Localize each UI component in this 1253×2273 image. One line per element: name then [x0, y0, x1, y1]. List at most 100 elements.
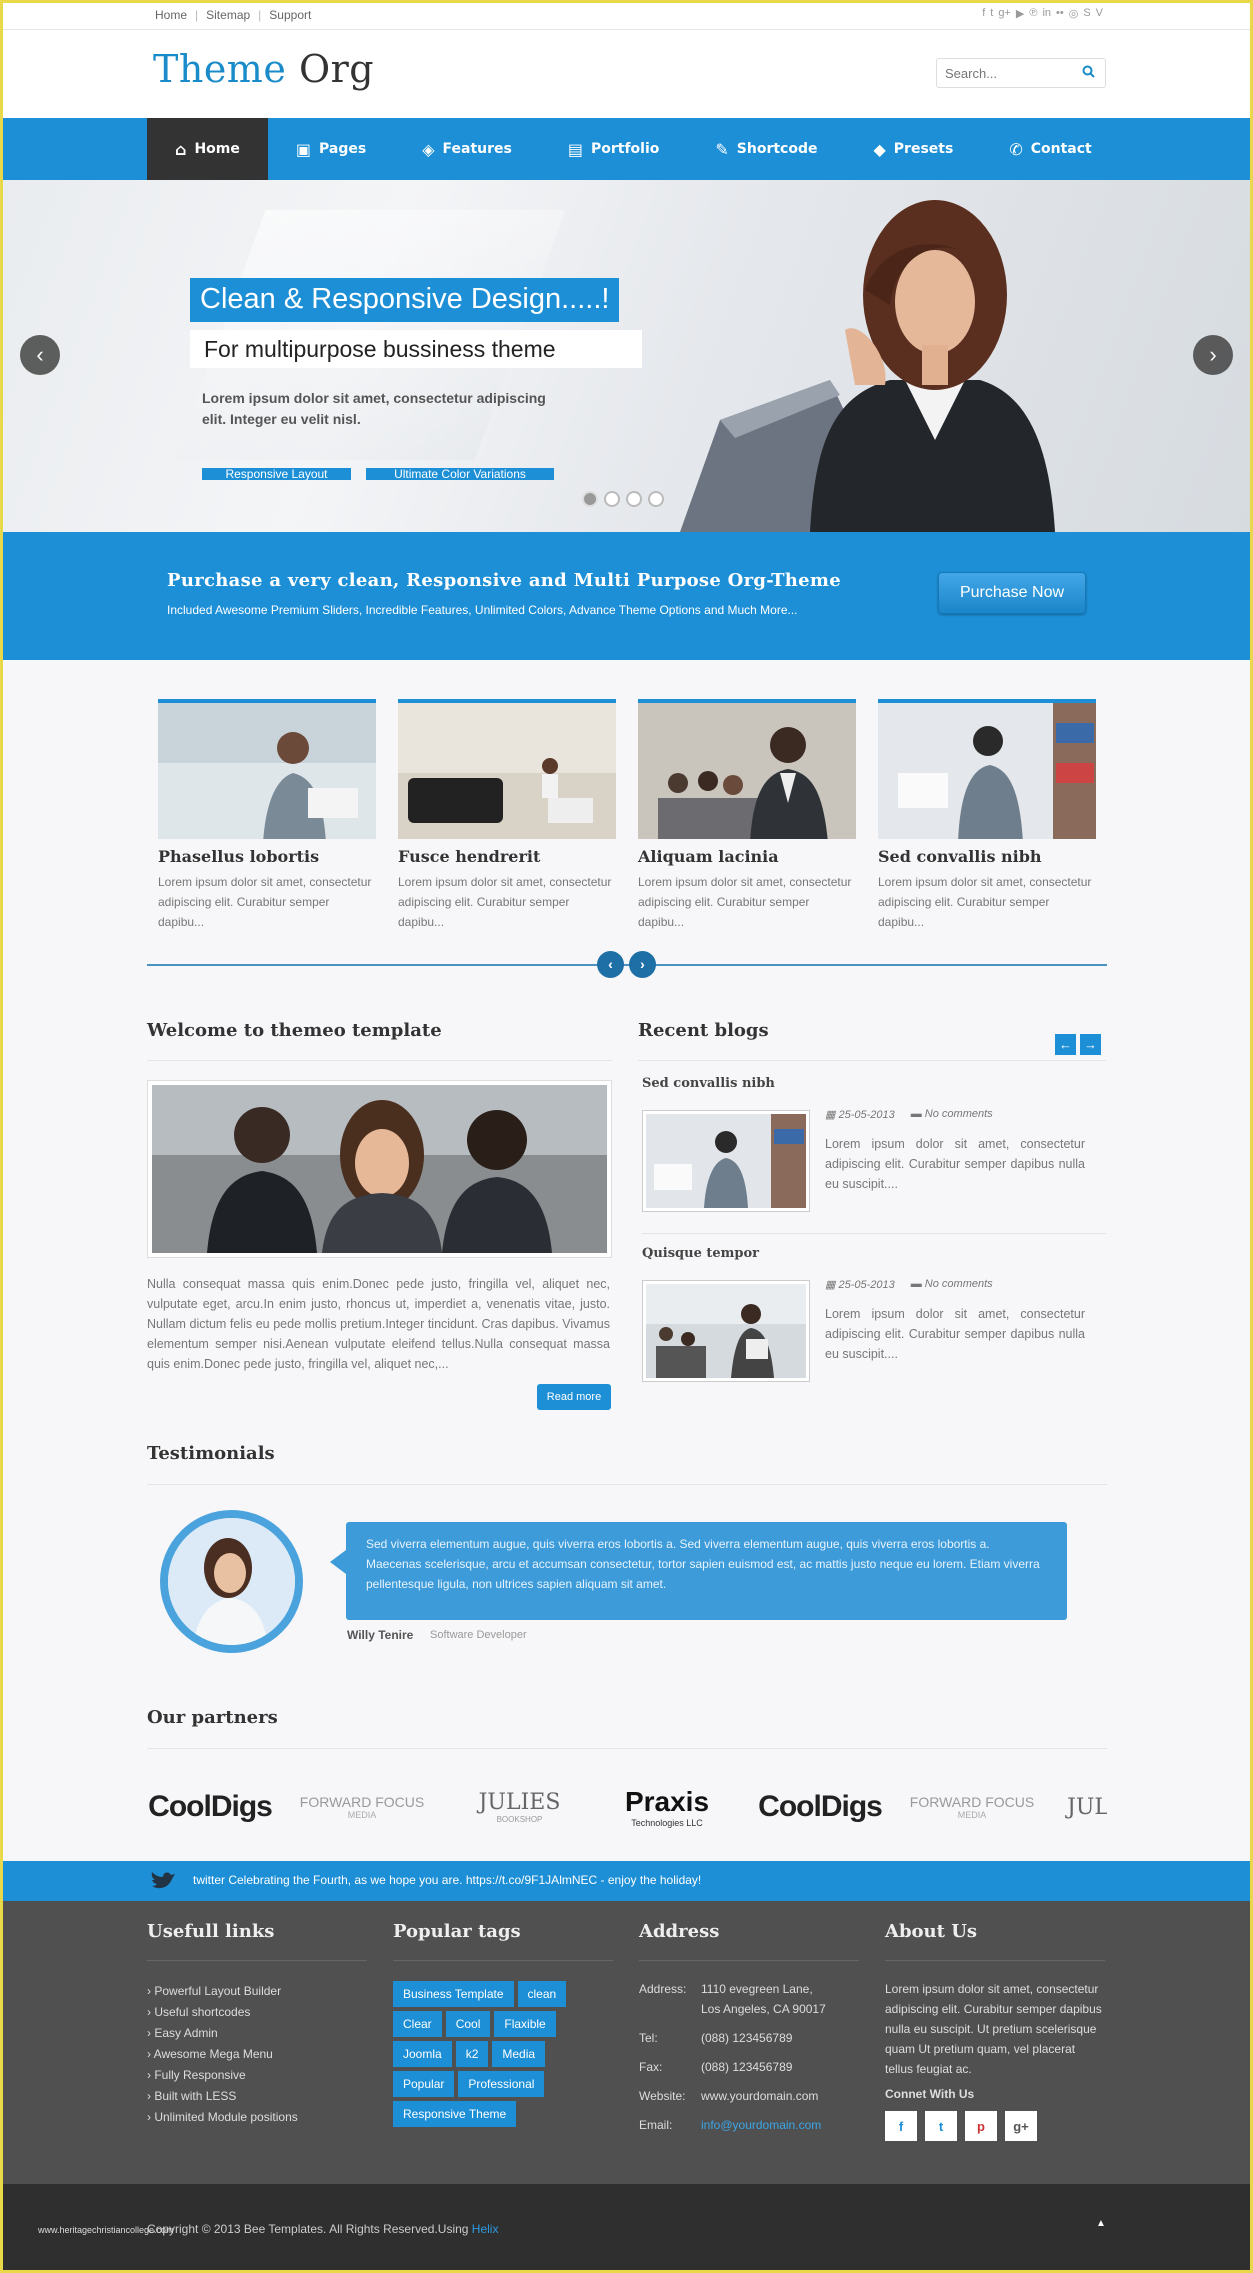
footer-link[interactable]: › Built with LESS	[147, 2086, 367, 2107]
facebook-icon[interactable]: f	[982, 7, 985, 20]
blog-post-meta: ▦ 25-05-2013 ▬ No comments	[825, 1278, 993, 1291]
email-value[interactable]: info@yourdomain.com	[701, 2115, 821, 2135]
footer-link[interactable]: › Easy Admin	[147, 2023, 367, 2044]
partner-logo[interactable]: FORWARD FOCUS MEDIA	[297, 1772, 427, 1842]
nav-item-contact[interactable]: ✆ Contact	[981, 118, 1119, 180]
footer-link-text: Fully Responsive	[154, 2068, 246, 2082]
top-link-sitemap[interactable]: Sitemap	[206, 8, 250, 22]
partner-logo[interactable]: CoolDigs	[148, 1772, 273, 1842]
footer-link[interactable]: › Fully Responsive	[147, 2065, 367, 2086]
top-link-home[interactable]: Home	[155, 8, 187, 22]
feature-title[interactable]: Phasellus lobortis	[158, 847, 376, 866]
search-input[interactable]	[937, 59, 1072, 87]
footer-link-text: Powerful Layout Builder	[154, 1984, 282, 1998]
top-link-support[interactable]: Support	[269, 8, 311, 22]
footer-link-text: Built with LESS	[154, 2089, 237, 2103]
welcome-text: Nulla consequat massa quis enim.Donec pe…	[147, 1277, 610, 1371]
tag-popular[interactable]: Popular	[393, 2071, 455, 2097]
features-next-button[interactable]: ›	[629, 951, 656, 978]
slider-dot[interactable]	[582, 491, 598, 507]
slider-dot[interactable]	[604, 491, 620, 507]
slider-responsive-button[interactable]: Responsive Layout	[202, 468, 351, 480]
footer-link[interactable]: › Powerful Layout Builder	[147, 1981, 367, 2002]
footer-link-text: Useful shortcodes	[154, 2005, 251, 2019]
nav-item-presets[interactable]: ◆ Presets	[845, 118, 981, 180]
partner-logo[interactable]: CoolDigs	[758, 1772, 883, 1842]
tag-flaxible[interactable]: Flaxible	[494, 2011, 556, 2037]
blog-post-comments[interactable]: ▬ No comments	[911, 1278, 993, 1291]
nav-item-shortcode[interactable]: ✎ Shortcode	[687, 118, 845, 180]
blog-post-title[interactable]: Quisque tempor	[642, 1246, 759, 1261]
feature-image[interactable]	[878, 699, 1096, 839]
footer-link[interactable]: › Unlimited Module positions	[147, 2107, 367, 2128]
scroll-top-icon[interactable]: ▲	[1096, 2218, 1106, 2229]
copyright-text: Copyright © 2013 Bee Templates. All Righ…	[147, 2222, 469, 2236]
pinterest-icon[interactable]: ℗	[1029, 7, 1037, 20]
blog-post-title[interactable]: Sed convallis nibh	[642, 1076, 775, 1091]
slider-dot[interactable]	[648, 491, 664, 507]
feature-title[interactable]: Sed convallis nibh	[878, 847, 1096, 866]
partner-logo[interactable]: Praxis Technologies LLC	[602, 1772, 732, 1842]
vimeo-icon[interactable]: V	[1096, 7, 1103, 20]
tag-cool[interactable]: Cool	[445, 2011, 491, 2037]
website-value[interactable]: www.yourdomain.com	[701, 2086, 818, 2106]
tag-k2[interactable]: k2	[455, 2041, 489, 2067]
partner-logo[interactable]: FORWARD FOCUS MEDIA	[907, 1772, 1037, 1842]
tag-responsive-theme[interactable]: Responsive Theme	[393, 2101, 517, 2127]
separator: |	[195, 8, 199, 22]
search-icon[interactable]	[1082, 65, 1095, 81]
tag-business-template[interactable]: Business Template	[393, 1981, 514, 2007]
blog-post-image[interactable]	[642, 1280, 810, 1382]
skype-icon[interactable]: S	[1083, 7, 1090, 20]
slider-dot[interactable]	[626, 491, 642, 507]
youtube-icon[interactable]: ▶	[1016, 7, 1024, 20]
tel-value: (088) 123456789	[701, 2031, 793, 2045]
twitter-feed-text[interactable]: twitter Celebrating the Fourth, as we ho…	[193, 1873, 701, 1887]
purchase-banner: Purchase a very clean, Responsive and Mu…	[0, 532, 1253, 660]
dribbble-icon[interactable]: ◎	[1069, 7, 1079, 20]
blog-prev-button[interactable]: ←	[1055, 1034, 1076, 1055]
footer-link[interactable]: › Useful shortcodes	[147, 2002, 367, 2023]
slider-prev-button[interactable]: ‹	[20, 335, 60, 375]
blog-post-meta: ▦ 25-05-2013 ▬ No comments	[825, 1108, 993, 1121]
feature-image[interactable]	[638, 699, 856, 839]
features-prev-button[interactable]: ‹	[597, 951, 624, 978]
feature-image[interactable]	[158, 699, 376, 839]
blog-next-button[interactable]: →	[1080, 1034, 1101, 1055]
footer-link[interactable]: › Awesome Mega Menu	[147, 2044, 367, 2065]
site-logo[interactable]: Theme Org	[153, 47, 374, 91]
tag-media[interactable]: Media	[492, 2041, 546, 2067]
partner-logo[interactable]: JULIES	[1067, 1772, 1107, 1842]
nav-item-features[interactable]: ◈ Features	[394, 118, 540, 180]
purchase-now-button[interactable]: Purchase Now	[938, 572, 1086, 614]
blog-post-comments[interactable]: ▬ No comments	[911, 1108, 993, 1121]
facebook-icon[interactable]: f	[885, 2111, 917, 2141]
feature-image[interactable]	[398, 699, 616, 839]
read-more-button[interactable]: Read more	[537, 1384, 611, 1410]
twitter-icon[interactable]: t	[990, 7, 993, 20]
tag-professional[interactable]: Professional	[458, 2071, 545, 2097]
twitter-icon[interactable]: t	[925, 2111, 957, 2141]
blog-post-image[interactable]	[642, 1110, 810, 1212]
linkedin-icon[interactable]: in	[1042, 7, 1051, 20]
googleplus-icon[interactable]: g+	[1005, 2111, 1037, 2141]
footer-address-heading: Address	[639, 1921, 720, 1942]
header: Theme Org	[0, 30, 1253, 118]
googleplus-icon[interactable]: g+	[998, 7, 1011, 20]
tel-row: Tel: (088) 123456789	[639, 2028, 859, 2048]
pinterest-icon[interactable]: p	[965, 2111, 997, 2141]
helix-link[interactable]: Helix	[472, 2222, 499, 2236]
partner-logo[interactable]: JULIES BOOKSHOP	[457, 1772, 582, 1842]
flickr-icon[interactable]: ••	[1056, 7, 1064, 20]
nav-item-home[interactable]: ⌂ Home	[147, 118, 268, 180]
tag-joomla[interactable]: Joomla	[393, 2041, 452, 2067]
tag-clear[interactable]: Clear	[393, 2011, 442, 2037]
slider-next-button[interactable]: ›	[1193, 335, 1233, 375]
footer-about-text: Lorem ipsum dolor sit amet, consectetur …	[885, 1982, 1102, 2076]
feature-title[interactable]: Fusce hendrerit	[398, 847, 616, 866]
slider-color-button[interactable]: Ultimate Color Variations	[366, 468, 554, 480]
tag-clean[interactable]: clean	[517, 1981, 567, 2007]
feature-title[interactable]: Aliquam lacinia	[638, 847, 856, 866]
nav-item-portfolio[interactable]: ▤ Portfolio	[540, 118, 688, 180]
nav-item-pages[interactable]: ▣ Pages	[268, 118, 394, 180]
